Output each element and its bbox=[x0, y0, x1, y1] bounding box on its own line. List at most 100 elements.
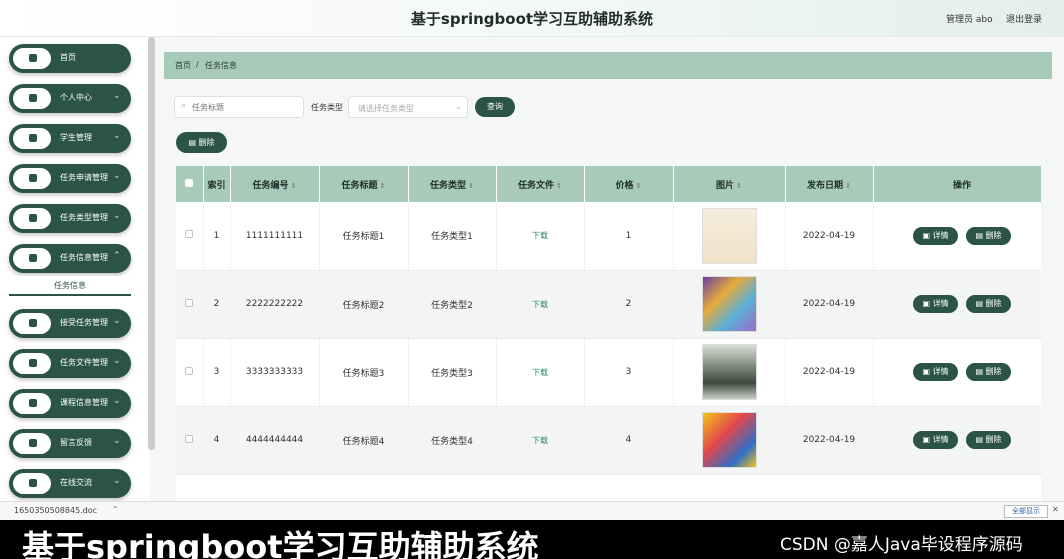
detail-icon: ▣ bbox=[922, 435, 933, 444]
col-header-title[interactable]: 任务标题 ⇕ bbox=[319, 166, 409, 202]
cell-index: 2 bbox=[203, 270, 231, 339]
cell-type: 任务类型3 bbox=[408, 338, 497, 407]
chevron-up-icon[interactable]: ⌃ bbox=[112, 505, 119, 514]
col-header-type[interactable]: 任务类型 ⇕ bbox=[408, 166, 497, 202]
col-header-date[interactable]: 发布日期 ⇕ bbox=[785, 166, 874, 202]
download-link[interactable]: 下载 bbox=[532, 436, 548, 445]
task-image[interactable] bbox=[701, 207, 757, 264]
sort-icon[interactable]: ⇕ bbox=[380, 182, 386, 190]
download-link[interactable]: 下载 bbox=[532, 300, 548, 309]
sort-icon[interactable]: ⇕ bbox=[636, 182, 642, 190]
cell-type: 任务类型1 bbox=[408, 202, 497, 271]
search-input[interactable] bbox=[192, 100, 297, 114]
detail-button[interactable]: ▣ 详情 bbox=[913, 431, 958, 449]
sidebar-item-chat[interactable]: 在线交流 ⌄ bbox=[9, 469, 131, 498]
download-link[interactable]: 下载 bbox=[532, 368, 548, 377]
row-checkbox[interactable] bbox=[176, 338, 204, 407]
cell-title: 任务标题2 bbox=[319, 270, 409, 339]
batch-delete-label: 删除 bbox=[198, 138, 215, 147]
admin-label[interactable]: 管理员 abo bbox=[946, 12, 993, 25]
select-all-checkbox[interactable] bbox=[176, 166, 204, 202]
sidebar-subitem-task-info[interactable]: 任务信息 bbox=[9, 276, 131, 296]
chevron-down-icon: ⌄ bbox=[113, 211, 121, 221]
sort-icon[interactable]: ⇕ bbox=[468, 182, 474, 190]
task-image[interactable] bbox=[701, 344, 757, 400]
grid-icon bbox=[13, 433, 51, 454]
col-header-label: 价格 bbox=[615, 180, 634, 191]
sidebar-item-profile[interactable]: 个人中心 ⌄ bbox=[9, 84, 131, 113]
upload-icon bbox=[13, 313, 51, 334]
sidebar-item-task-types[interactable]: 任务类型管理 ⌄ bbox=[9, 204, 131, 233]
cell-date: 2022-04-19 bbox=[785, 406, 874, 475]
sidebar-item-task-files[interactable]: 任务文件管理 ⌄ bbox=[9, 349, 131, 378]
close-icon[interactable]: ✕ bbox=[1052, 505, 1059, 514]
sidebar-item-task-info[interactable]: 任务信息管理 ⌃ bbox=[9, 244, 131, 273]
cell-index: 3 bbox=[203, 338, 231, 407]
col-header-code[interactable]: 任务编号 ⇕ bbox=[230, 166, 320, 202]
delete-button[interactable]: ▤ 删除 bbox=[966, 431, 1011, 449]
cell-date: 2022-04-19 bbox=[785, 270, 874, 339]
row-checkbox[interactable] bbox=[176, 406, 204, 475]
sidebar-item-feedback[interactable]: 留言反馈 ⌄ bbox=[9, 429, 131, 458]
sort-icon[interactable]: ⇕ bbox=[556, 182, 562, 190]
detail-label: 详情 bbox=[932, 230, 949, 240]
breadcrumb: 首页 / 任务信息 bbox=[164, 52, 1052, 79]
sidebar-item-task-apply[interactable]: 任务申请管理 ⌄ bbox=[9, 164, 131, 193]
cell-code: 4444444444 bbox=[230, 406, 320, 475]
detail-button[interactable]: ▣ 详情 bbox=[913, 226, 958, 245]
sidebar-item-home[interactable]: 首页 bbox=[9, 44, 131, 73]
breadcrumb-home[interactable]: 首页 bbox=[175, 60, 191, 71]
col-header-price[interactable]: 价格 ⇕ bbox=[584, 166, 674, 202]
task-image[interactable] bbox=[701, 412, 757, 468]
col-header-image[interactable]: 图片 ⇕ bbox=[673, 166, 786, 202]
sort-icon[interactable]: ⇕ bbox=[736, 182, 742, 190]
chevron-down-icon: ⌄ bbox=[113, 356, 121, 366]
detail-button[interactable]: ▣ 详情 bbox=[913, 363, 958, 381]
sort-icon[interactable]: ⇕ bbox=[845, 182, 851, 190]
sidebar-item-courses[interactable]: 课程信息管理 ⌄ bbox=[9, 389, 131, 418]
sidebar-item-label: 接受任务管理 bbox=[60, 318, 108, 327]
chevron-down-icon: ⌄ bbox=[113, 476, 121, 486]
col-header-file[interactable]: 任务文件 ⇕ bbox=[496, 166, 585, 202]
chevron-down-icon: ⌄ bbox=[113, 91, 121, 101]
type-select[interactable]: 请选择任务类型 ⌄ bbox=[348, 96, 468, 118]
sort-icon[interactable]: ⇕ bbox=[291, 182, 297, 190]
cell-file: 下载 bbox=[496, 406, 585, 475]
task-image[interactable] bbox=[701, 276, 757, 332]
app-title: 基于springboot学习互助辅助系统 bbox=[410, 10, 654, 28]
row-checkbox[interactable] bbox=[176, 270, 204, 339]
download-filename[interactable]: 1650350508845.doc bbox=[14, 506, 97, 515]
cell-file: 下载 bbox=[496, 202, 585, 271]
delete-label: 删除 bbox=[985, 435, 1002, 444]
sidebar-item-label: 学生管理 bbox=[60, 133, 92, 142]
sidebar-item-label: 任务申请管理 bbox=[60, 173, 108, 182]
col-header-label: 任务标题 bbox=[341, 180, 378, 191]
trash-icon: ▤ bbox=[975, 299, 986, 308]
sidebar-item-label: 任务类型管理 bbox=[60, 213, 108, 222]
cell-actions: ▣ 详情 ▤ 删除 bbox=[873, 202, 1041, 271]
watermark: CSDN @嘉人Java毕设程序源码 bbox=[780, 535, 1023, 555]
search-box[interactable]: ⌕ bbox=[174, 96, 304, 118]
query-button[interactable]: 查询 bbox=[475, 97, 515, 117]
show-all-button[interactable]: 全部显示 bbox=[1004, 505, 1048, 518]
logout-link[interactable]: 退出登录 bbox=[1006, 12, 1042, 25]
delete-button[interactable]: ▤ 删除 bbox=[966, 295, 1011, 313]
delete-button[interactable]: ▤ 删除 bbox=[966, 363, 1011, 381]
download-link[interactable]: 下载 bbox=[532, 231, 548, 240]
detail-label: 详情 bbox=[932, 299, 949, 308]
cell-price: 4 bbox=[584, 406, 674, 475]
sidebar-item-students[interactable]: 学生管理 ⌄ bbox=[9, 124, 131, 153]
detail-button[interactable]: ▣ 详情 bbox=[913, 295, 958, 313]
row-checkbox[interactable] bbox=[176, 202, 204, 271]
batch-delete-button[interactable]: ▤ 删除 bbox=[176, 132, 227, 153]
breadcrumb-current: 任务信息 bbox=[205, 61, 237, 70]
trash-icon: ▤ bbox=[975, 367, 986, 376]
cell-image bbox=[673, 202, 786, 271]
cell-actions: ▣ 详情 ▤ 删除 bbox=[873, 338, 1041, 407]
detail-icon: ▣ bbox=[922, 230, 933, 240]
delete-button[interactable]: ▤ 删除 bbox=[966, 226, 1011, 245]
sidebar-item-accepted-tasks[interactable]: 接受任务管理 ⌄ bbox=[9, 309, 131, 338]
cell-type: 任务类型4 bbox=[408, 406, 497, 475]
sidebar-scrollbar[interactable] bbox=[148, 37, 155, 450]
col-header-actions: 操作 bbox=[873, 166, 1041, 202]
